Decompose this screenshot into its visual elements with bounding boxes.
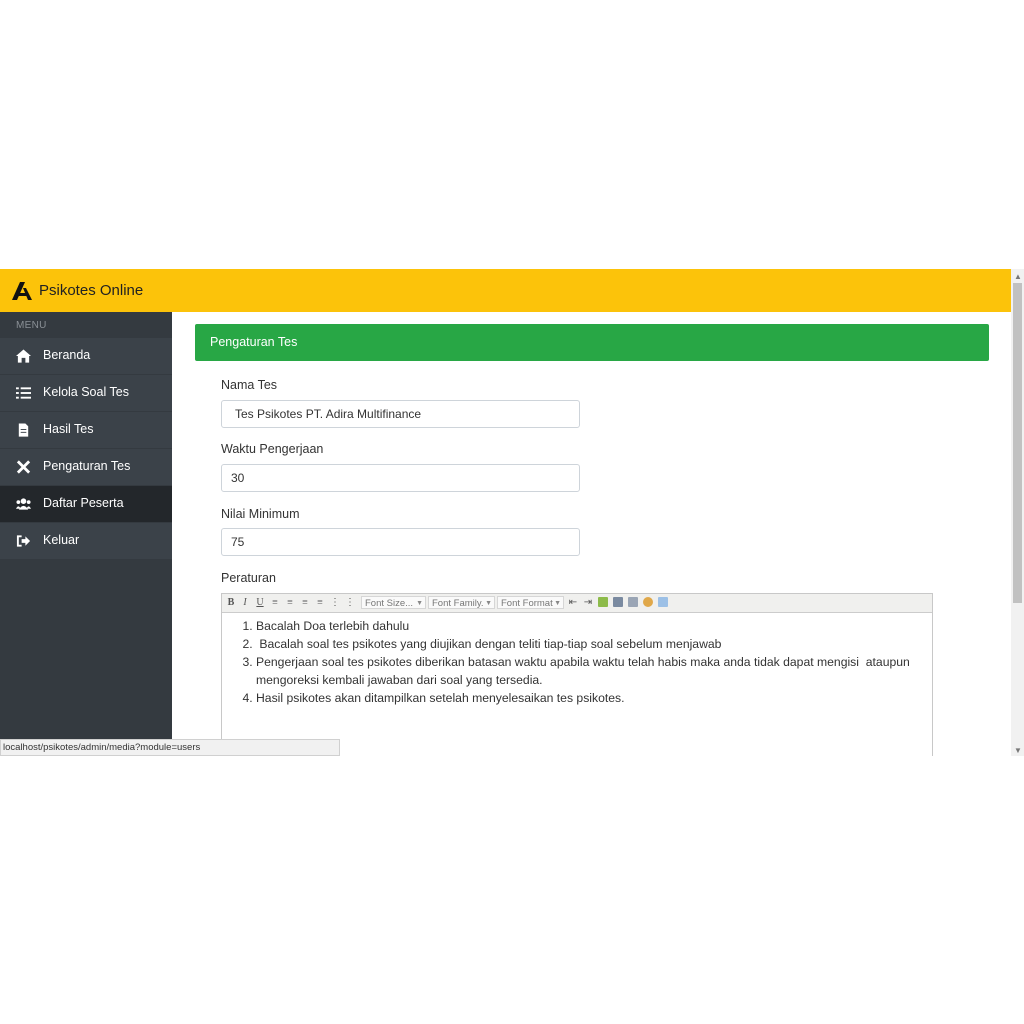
- align-right-icon[interactable]: ≡: [299, 596, 311, 609]
- rule-item: Bacalah Doa terlebih dahulu: [256, 617, 932, 635]
- outdent-icon[interactable]: ⇤: [567, 596, 579, 609]
- menu-header: MENU: [16, 320, 47, 331]
- tools-icon: [16, 460, 31, 474]
- sidebar-item-label: Daftar Peserta: [43, 496, 124, 510]
- rich-text-editor: B I U ≡ ≡ ≡ ≡ ⋮ ⋮ Font Size... ▼ Font Fam…: [221, 593, 933, 756]
- bold-button[interactable]: B: [225, 596, 237, 609]
- list-icon: [16, 387, 31, 399]
- italic-button[interactable]: I: [239, 596, 251, 609]
- font-format-select[interactable]: Font Format ▼: [497, 596, 564, 609]
- vertical-scrollbar[interactable]: ▲ ▼: [1011, 269, 1024, 756]
- peraturan-label: Peraturan: [221, 571, 276, 585]
- sidebar-item-label: Kelola Soal Tes: [43, 385, 129, 399]
- link-icon[interactable]: [613, 597, 623, 607]
- align-justify-icon[interactable]: ≡: [314, 596, 326, 609]
- unordered-list-icon[interactable]: ⋮: [344, 596, 356, 609]
- users-icon: [16, 498, 31, 510]
- sign-out-icon: [16, 535, 31, 547]
- image-icon[interactable]: [658, 597, 668, 607]
- rule-item: Pengerjaan soal tes psikotes diberikan b…: [256, 653, 932, 689]
- home-icon: [16, 349, 31, 363]
- nilai-minimum-label: Nilai Minimum: [221, 507, 300, 521]
- sidebar-item-hasil-tes[interactable]: Hasil Tes: [0, 412, 172, 448]
- unlink-icon[interactable]: [628, 597, 638, 607]
- browser-status-bar: localhost/psikotes/admin/media?module=us…: [0, 739, 340, 756]
- browser-viewport: Psikotes Online MENU Beranda Kelola Soal…: [0, 269, 1024, 756]
- sidebar-item-label: Hasil Tes: [43, 422, 94, 436]
- nilai-minimum-input[interactable]: [221, 528, 580, 556]
- rule-item: Bacalah soal tes psikotes yang diujikan …: [256, 635, 932, 653]
- sidebar-item-label: Keluar: [43, 533, 80, 547]
- color-palette-icon[interactable]: [643, 597, 653, 607]
- scroll-down-icon[interactable]: ▼: [1014, 746, 1022, 755]
- scrollbar-thumb[interactable]: [1013, 283, 1022, 603]
- indent-icon[interactable]: ⇥: [582, 596, 594, 609]
- waktu-pengerjaan-input[interactable]: [221, 464, 580, 492]
- file-icon: [18, 423, 29, 437]
- sidebar: MENU Beranda Kelola Soal Tes Hasil Tes P…: [0, 312, 172, 756]
- underline-button[interactable]: U: [254, 596, 266, 609]
- sidebar-item-daftar-peserta[interactable]: Daftar Peserta: [0, 486, 172, 522]
- sidebar-item-keluar[interactable]: Keluar: [0, 523, 172, 559]
- font-family-select[interactable]: Font Family. ▼: [428, 596, 495, 609]
- nama-tes-input[interactable]: [221, 400, 580, 428]
- sidebar-item-pengaturan-tes[interactable]: Pengaturan Tes: [0, 449, 172, 485]
- top-navbar: Psikotes Online: [0, 269, 1011, 312]
- sidebar-item-label: Pengaturan Tes: [43, 459, 131, 473]
- align-left-icon[interactable]: ≡: [269, 596, 281, 609]
- panel-title: Pengaturan Tes: [210, 335, 298, 349]
- sidebar-item-beranda[interactable]: Beranda: [0, 338, 172, 374]
- nama-tes-label: Nama Tes: [221, 378, 278, 392]
- brand-logo-icon: [12, 282, 32, 300]
- editor-content[interactable]: Bacalah Doa terlebih dahulu Bacalah soal…: [222, 614, 932, 707]
- scroll-up-icon[interactable]: ▲: [1014, 272, 1022, 281]
- rules-list: Bacalah Doa terlebih dahulu Bacalah soal…: [222, 617, 932, 707]
- app-title[interactable]: Psikotes Online: [39, 282, 143, 299]
- font-size-select[interactable]: Font Size... ▼: [361, 596, 426, 609]
- sidebar-item-label: Beranda: [43, 348, 91, 362]
- align-center-icon[interactable]: ≡: [284, 596, 296, 609]
- ordered-list-icon[interactable]: ⋮: [329, 596, 341, 609]
- editor-toolbar: B I U ≡ ≡ ≡ ≡ ⋮ ⋮ Font Size... ▼ Font Fam…: [222, 594, 932, 613]
- sidebar-item-kelola-soal-tes[interactable]: Kelola Soal Tes: [0, 375, 172, 411]
- panel-header: Pengaturan Tes: [195, 324, 989, 361]
- edit-icon[interactable]: [598, 597, 608, 607]
- rule-item: Hasil psikotes akan ditampilkan setelah …: [256, 689, 932, 707]
- waktu-pengerjaan-label: Waktu Pengerjaan: [221, 442, 324, 456]
